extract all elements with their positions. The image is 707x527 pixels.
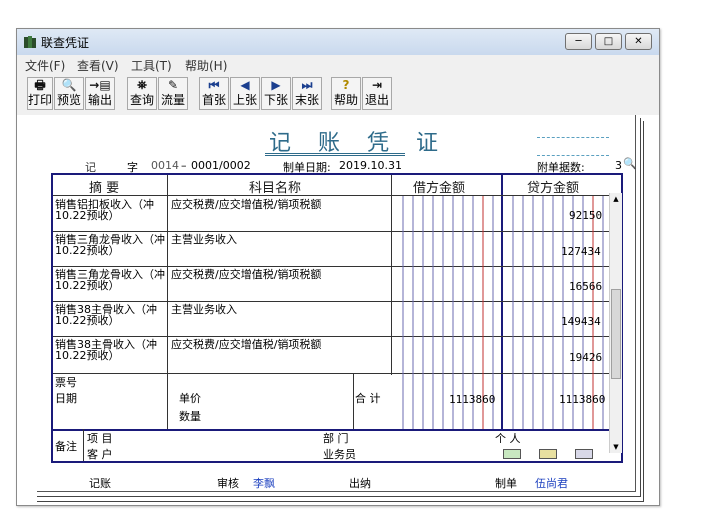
help-button[interactable]: ? 帮助 [331,77,361,110]
binoculars-icon: ⛯ [137,78,147,92]
voucher-paper: 记 账 凭 证 记 字 0014 – 0001/0002 制单日期: 2019.… [37,115,637,492]
voucher-window: 联查凭证 ─ □ ✕ 文件(F) 查看(V) 工具(T) 帮助(H) 🖶 打印 … [16,28,660,506]
grid-icon[interactable] [575,449,593,459]
department-label: 部 门 [323,432,349,445]
quantity-label: 数量 [179,410,201,423]
row-summary[interactable]: 销售三角龙骨收入（冲10.22预收） [55,269,165,291]
title-underline [265,153,405,156]
attachments-count: 3 [615,159,622,172]
export-button[interactable]: →▤ 输出 [85,77,115,110]
first-button[interactable]: ⏮ 首张 [199,77,229,110]
voucher-table: 摘 要 科目名称 借方金额 贷方金额 销售铝扣板收入（冲10.22预收） 应交税… [51,173,623,463]
account-header: 科目名称 [249,181,302,196]
maker-label: 制单 [495,477,517,490]
print-button[interactable]: 🖶 打印 [27,77,53,110]
project-label: 项 目 [87,432,113,445]
row-account[interactable]: 应交税费/应交增值税/销项税额 [171,339,321,350]
scroll-down-icon[interactable]: ▼ [611,442,621,452]
export-icon: →▤ [89,78,111,92]
exit-icon: ⇥ [371,78,383,92]
row-account[interactable]: 应交税费/应交增值税/销项税额 [171,199,321,210]
total-label: 合 计 [355,392,381,405]
maximize-button[interactable]: □ [595,33,622,50]
voucher-number: 0014 [151,159,179,172]
flow-button[interactable]: ✎ 流量 [158,77,188,110]
row-summary[interactable]: 销售38主骨收入（冲10.22预收） [55,304,165,326]
prev-icon: ◀ [240,78,250,92]
scroll-up-icon[interactable]: ▲ [611,194,621,204]
row-credit[interactable]: 92150 [569,209,602,222]
search-icon[interactable]: 🔍 [623,157,637,170]
menu-help[interactable]: 帮助(H) [185,57,227,74]
unit-price-label: 单价 [179,392,201,405]
printer-icon: 🖶 [34,78,46,92]
row-account[interactable]: 主营业务收入 [171,234,237,245]
number-dash: – [181,159,187,172]
title-bar[interactable]: 联查凭证 ─ □ ✕ [17,29,659,55]
remarks-label: 备注 [55,440,77,453]
ledger-icon[interactable] [503,449,521,459]
minimize-button[interactable]: ─ [565,33,592,50]
preview-icon: 🔍 [61,78,77,92]
card-icon[interactable] [539,449,557,459]
query-button[interactable]: ⛯ 查询 [127,77,157,110]
total-debit: 1113860 [449,393,496,406]
row-divider [53,429,621,431]
close-button[interactable]: ✕ [625,33,652,50]
debit-header: 借方金额 [413,181,466,196]
salesperson-label: 业务员 [323,448,356,461]
help-icon: ? [342,78,350,92]
dotted-line [537,137,609,138]
next-button[interactable]: ▶ 下张 [261,77,291,110]
last-button[interactable]: ⏭ 末张 [292,77,322,110]
ticket-label: 票号 [55,376,77,389]
exit-button[interactable]: ⇥ 退出 [362,77,392,110]
customer-label: 客 户 [87,448,113,461]
reviewer-name: 李飘 [253,477,275,490]
credit-header: 贷方金额 [527,181,580,196]
bookkeeping-label: 记账 [89,477,111,490]
maker-name: 伍尚君 [535,477,568,490]
row-credit[interactable]: 19426 [569,351,602,364]
dotted-line [537,155,609,156]
menu-file[interactable]: 文件(F) [25,57,65,74]
row-account[interactable]: 主营业务收入 [171,304,237,315]
scroll-thumb[interactable] [611,289,621,379]
row-credit[interactable]: 16566 [569,280,602,293]
next-icon: ▶ [271,78,281,92]
row-summary[interactable]: 销售铝扣板收入（冲10.22预收） [55,199,165,221]
voucher-date: 2019.10.31 [339,159,402,172]
date-field-label: 日期 [55,392,77,405]
cashier-label: 出纳 [349,477,371,490]
person-label: 个 人 [495,432,521,445]
voucher-area: 记 账 凭 证 记 字 0014 – 0001/0002 制单日期: 2019.… [17,115,659,505]
col-divider [391,175,392,375]
col-divider [353,373,354,429]
voucher-page: 0001/0002 [191,159,251,172]
flow-icon: ✎ [167,78,179,92]
toolbar: 🖶 打印 🔍 预览 →▤ 输出 ⛯ 查询 ✎ 流量 ⏮ 首张 ◀ 上张 ▶ 下张… [17,73,659,113]
menu-view[interactable]: 查看(V) [77,57,119,74]
row-credit[interactable]: 149434 [561,315,601,328]
app-icon [24,36,36,48]
row-credit[interactable]: 127434 [561,245,601,258]
review-label: 审核 [217,477,239,490]
col-divider [83,429,84,461]
col-divider [167,175,168,429]
total-credit: 1113860 [559,393,606,406]
first-icon: ⏮ [208,78,220,92]
window-title: 联查凭证 [41,36,90,50]
prev-button[interactable]: ◀ 上张 [230,77,260,110]
row-summary[interactable]: 销售三角龙骨收入（冲10.22预收） [55,234,165,256]
last-icon: ⏭ [301,78,313,92]
summary-header: 摘 要 [89,181,120,196]
vertical-scrollbar[interactable]: ▲ ▼ [609,193,622,453]
menu-bar: 文件(F) 查看(V) 工具(T) 帮助(H) [17,55,659,73]
menu-tools[interactable]: 工具(T) [131,57,172,74]
row-summary[interactable]: 销售38主骨收入（冲10.22预收） [55,339,165,361]
row-account[interactable]: 应交税费/应交增值税/销项税额 [171,269,321,280]
preview-button[interactable]: 🔍 预览 [54,77,84,110]
